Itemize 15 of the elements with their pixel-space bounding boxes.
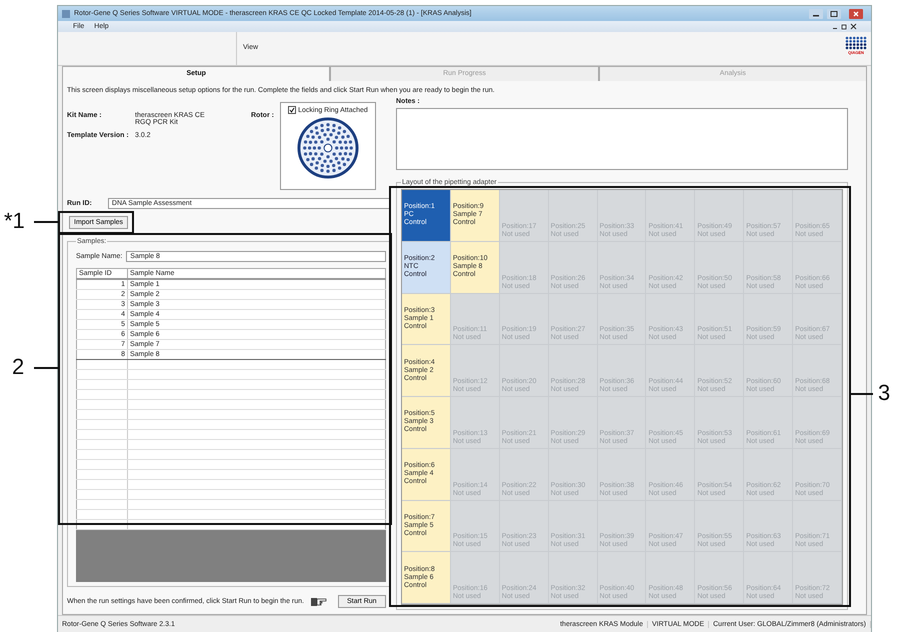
leader-line	[34, 221, 58, 222]
minimize-icon[interactable]	[809, 8, 823, 18]
leader-line	[849, 393, 873, 394]
checkbox[interactable]	[288, 106, 296, 114]
maximize-icon[interactable]	[827, 8, 841, 18]
callout-label: 2	[12, 356, 24, 378]
close-icon[interactable]	[850, 23, 857, 30]
app-icon	[62, 10, 70, 18]
restore-icon[interactable]	[841, 23, 848, 30]
callout-label: *1	[4, 210, 25, 232]
callout-label: 3	[878, 382, 890, 404]
notes-field[interactable]	[396, 108, 848, 170]
leader-line	[34, 367, 58, 368]
rotor-drawing	[296, 117, 359, 179]
pointing-hand-icon	[310, 596, 328, 606]
